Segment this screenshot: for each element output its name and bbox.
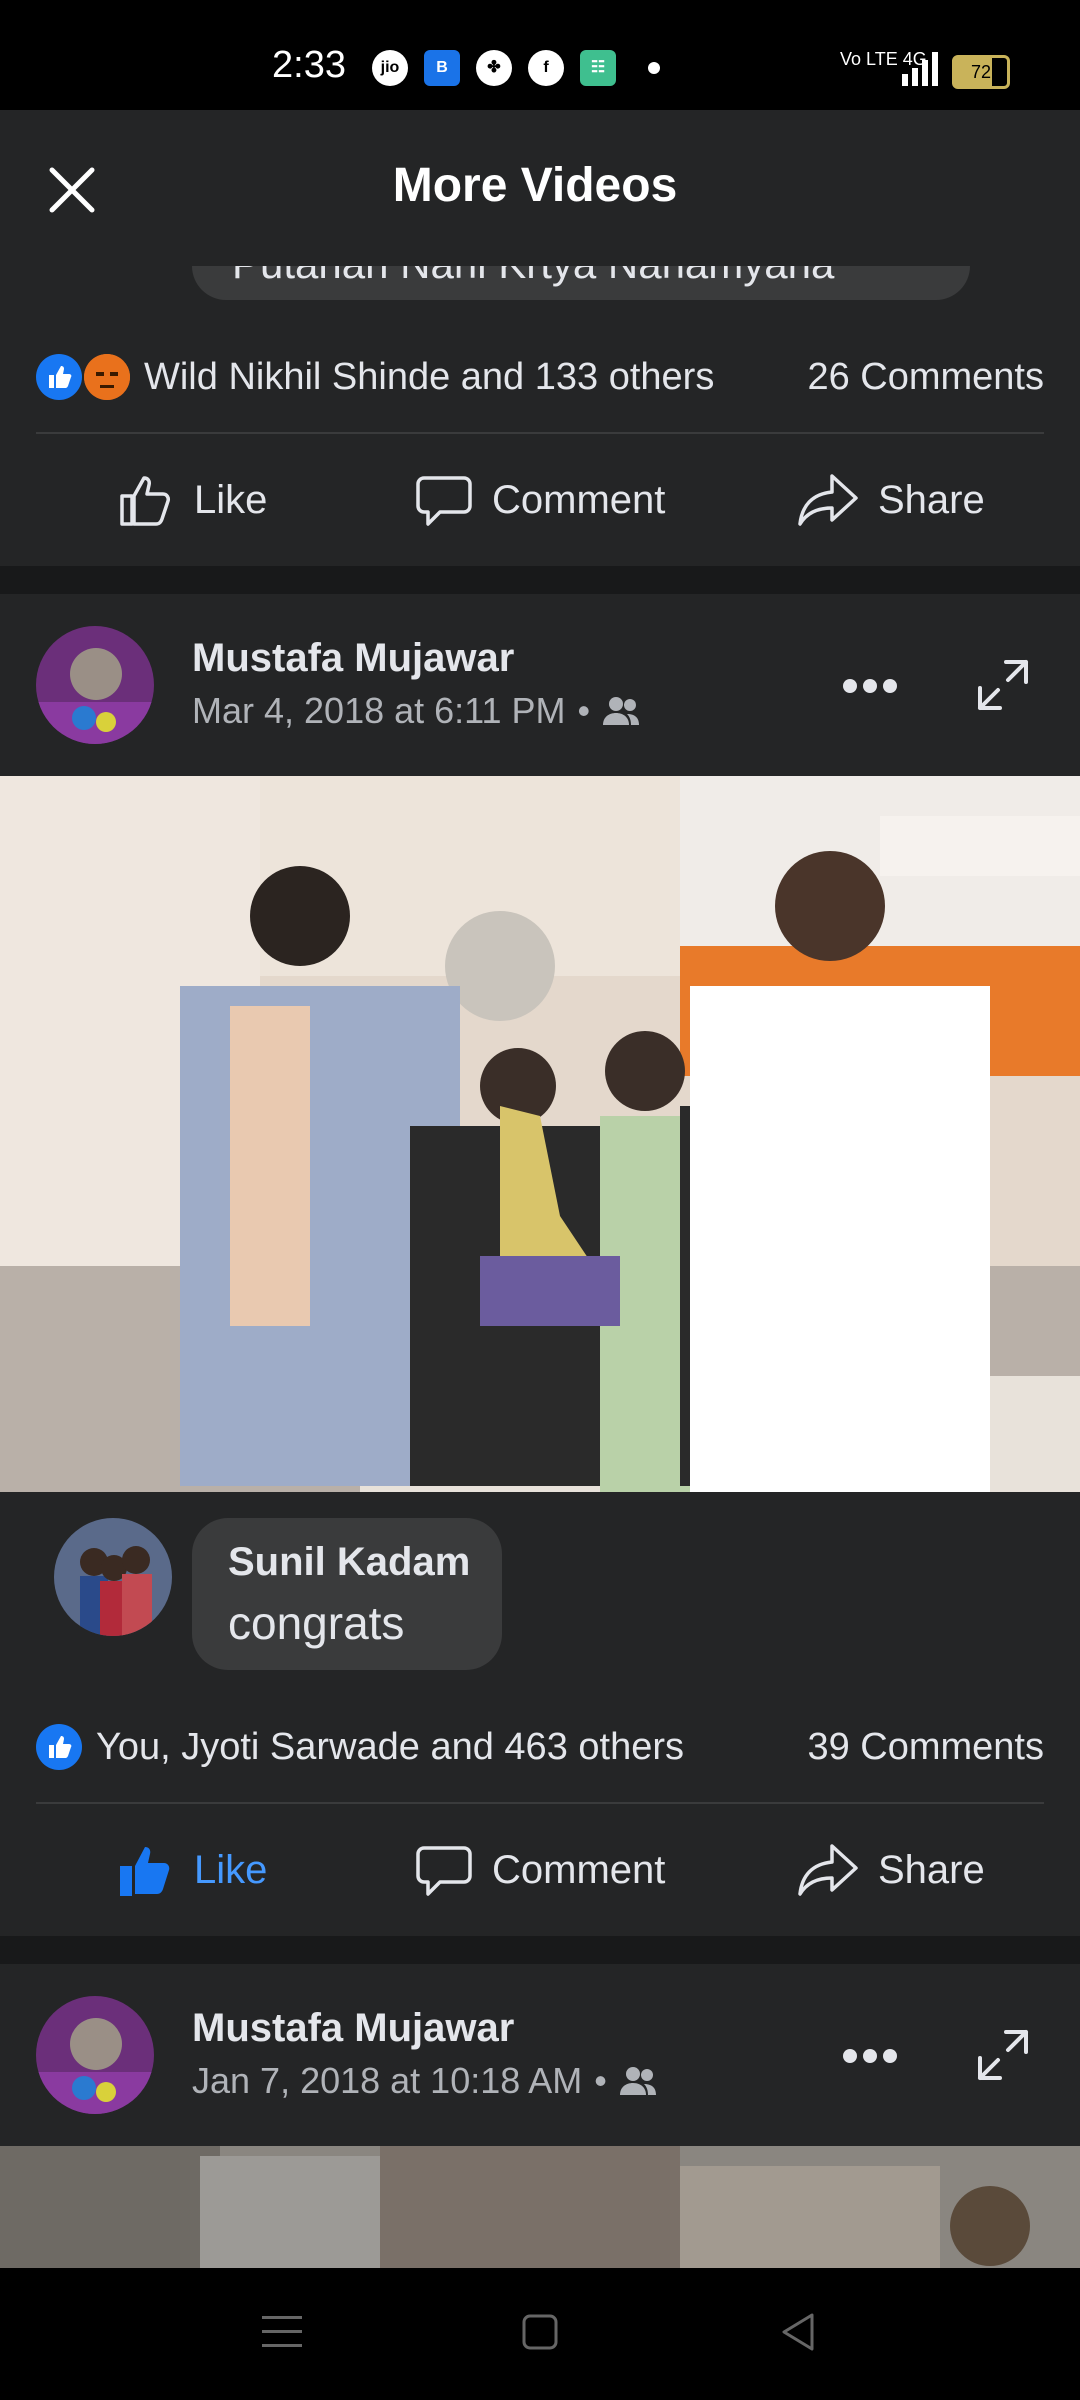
facebook-icon: f	[528, 50, 564, 86]
battery-icon: 72	[952, 55, 1010, 89]
share-button[interactable]: Share	[796, 1840, 985, 1900]
expand-icon[interactable]	[976, 658, 1030, 712]
signal-bars-icon	[900, 52, 940, 91]
like-label: Like	[194, 477, 268, 522]
comment-text: congrats	[228, 1597, 405, 1649]
partial-comment-text: Putanan Nahi Krtya Nahamyana	[232, 266, 834, 288]
more-options-icon[interactable]	[840, 2046, 900, 2066]
video-player[interactable]	[0, 776, 1080, 1492]
status-time: 2:33	[272, 44, 346, 86]
jio-icon: jio	[372, 50, 408, 86]
comments-count[interactable]: 26 Comments	[807, 356, 1044, 399]
share-icon	[798, 474, 858, 526]
comments-count[interactable]: 39 Comments	[807, 1726, 1044, 1769]
comment-button[interactable]: Comment	[414, 1840, 665, 1900]
like-reaction-icon	[36, 1724, 82, 1770]
b-app-icon: B	[424, 50, 460, 86]
post-author[interactable]: Mustafa Mujawar	[192, 636, 514, 681]
like-reaction-icon	[36, 354, 82, 400]
comment-author[interactable]: Sunil Kadam	[228, 1540, 470, 1585]
more-options-icon[interactable]	[840, 676, 900, 696]
friends-icon	[619, 2067, 656, 2095]
share-button[interactable]: Share	[796, 470, 985, 530]
share-icon	[798, 1844, 858, 1896]
dot-icon	[648, 62, 660, 74]
comment-label: Comment	[492, 477, 666, 522]
green-app-icon: ☷	[580, 50, 616, 86]
commenter-avatar[interactable]	[54, 1518, 172, 1636]
reactions-summary[interactable]: Wild Nikhil Shinde and 133 others	[144, 356, 714, 399]
video-player[interactable]	[0, 2146, 1080, 2268]
divider	[36, 432, 1044, 434]
video-thumbnail	[0, 2146, 1080, 2268]
timestamp-text: Jan 7, 2018 at 10:18 AM	[192, 2060, 583, 2101]
share-label: Share	[878, 477, 985, 522]
home-icon[interactable]	[522, 2314, 558, 2355]
comment-icon	[416, 476, 472, 526]
like-button[interactable]: Like	[116, 470, 267, 530]
partial-comment-bubble: Putanan Nahi Krtya Nahamyana	[192, 266, 970, 300]
divider	[36, 1802, 1044, 1804]
post-timestamp[interactable]: Mar 4, 2018 at 6:11 PM •	[192, 690, 640, 732]
share-label: Share	[878, 1847, 985, 1892]
clover-icon: ✤	[476, 50, 512, 86]
page-title: More Videos	[392, 159, 678, 212]
post-author[interactable]: Mustafa Mujawar	[192, 2006, 514, 2051]
expand-icon[interactable]	[976, 2028, 1030, 2082]
comment-icon	[416, 1846, 472, 1896]
menu-icon[interactable]	[262, 2314, 302, 2355]
back-icon[interactable]	[780, 2312, 816, 2357]
friends-icon	[603, 697, 640, 725]
thumbs-up-filled-icon	[120, 1847, 170, 1896]
post-timestamp[interactable]: Jan 7, 2018 at 10:18 AM •	[192, 2060, 657, 2102]
separator-dot: •	[594, 2060, 607, 2101]
avatar[interactable]	[36, 626, 154, 744]
angry-reaction-icon	[84, 354, 130, 400]
video-thumbnail	[0, 776, 1080, 1492]
separator-dot: •	[577, 690, 591, 731]
like-button[interactable]: Like	[116, 1840, 267, 1900]
comment-button[interactable]: Comment	[414, 470, 665, 530]
comment-label: Comment	[492, 1847, 666, 1892]
like-label: Like	[194, 1847, 268, 1892]
timestamp-text: Mar 4, 2018 at 6:11 PM	[192, 690, 566, 731]
reactions-summary[interactable]: You, Jyoti Sarwade and 463 others	[96, 1726, 684, 1769]
avatar[interactable]	[36, 1996, 154, 2114]
thumbs-up-icon	[120, 476, 170, 526]
